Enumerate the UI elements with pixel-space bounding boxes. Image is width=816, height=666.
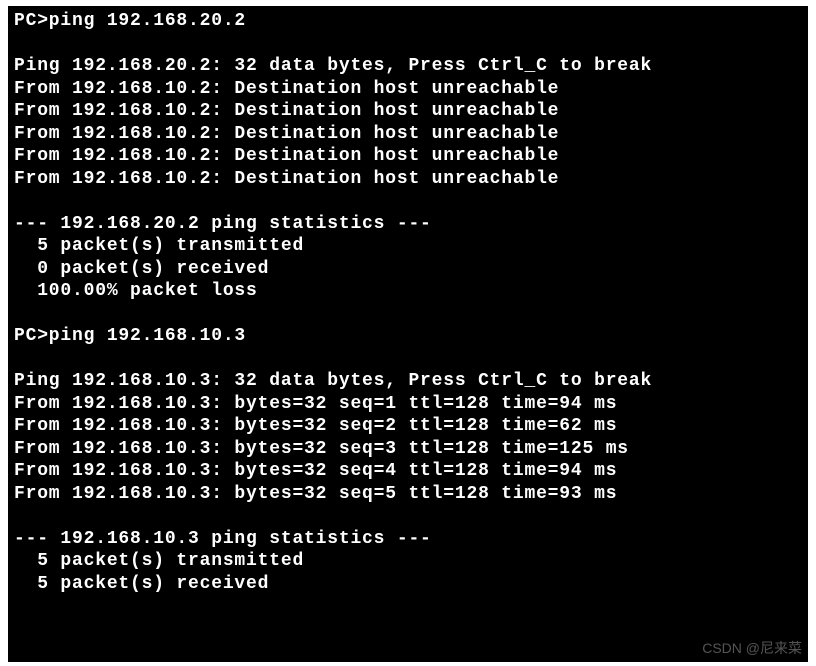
terminal-line: --- 192.168.10.3 ping statistics --- bbox=[14, 528, 804, 551]
terminal-line: From 192.168.10.3: bytes=32 seq=3 ttl=12… bbox=[14, 438, 804, 461]
terminal-line: 5 packet(s) transmitted bbox=[14, 235, 804, 258]
terminal-line: From 192.168.10.3: bytes=32 seq=2 ttl=12… bbox=[14, 415, 804, 438]
terminal-line: From 192.168.10.2: Destination host unre… bbox=[14, 78, 804, 101]
terminal-line: 5 packet(s) received bbox=[14, 573, 804, 596]
terminal-line: From 192.168.10.3: bytes=32 seq=5 ttl=12… bbox=[14, 483, 804, 506]
terminal-line: Ping 192.168.10.3: 32 data bytes, Press … bbox=[14, 370, 804, 393]
terminal-line: Ping 192.168.20.2: 32 data bytes, Press … bbox=[14, 55, 804, 78]
terminal-line: From 192.168.10.2: Destination host unre… bbox=[14, 168, 804, 191]
terminal-line: From 192.168.10.2: Destination host unre… bbox=[14, 100, 804, 123]
terminal-line: PC>ping 192.168.20.2 bbox=[14, 10, 804, 33]
watermark-text: CSDN @尼来菜 bbox=[702, 638, 802, 658]
terminal-line: From 192.168.10.3: bytes=32 seq=4 ttl=12… bbox=[14, 460, 804, 483]
terminal-line bbox=[14, 505, 804, 528]
terminal-line: --- 192.168.20.2 ping statistics --- bbox=[14, 213, 804, 236]
terminal-line: PC>ping 192.168.10.3 bbox=[14, 325, 804, 348]
terminal-line: From 192.168.10.3: bytes=32 seq=1 ttl=12… bbox=[14, 393, 804, 416]
terminal-line bbox=[14, 190, 804, 213]
terminal-line bbox=[14, 348, 804, 371]
terminal-window[interactable]: PC>ping 192.168.20.2 Ping 192.168.20.2: … bbox=[8, 6, 808, 662]
terminal-line bbox=[14, 33, 804, 56]
terminal-line: From 192.168.10.2: Destination host unre… bbox=[14, 123, 804, 146]
terminal-line: 100.00% packet loss bbox=[14, 280, 804, 303]
terminal-line: 5 packet(s) transmitted bbox=[14, 550, 804, 573]
terminal-line bbox=[14, 303, 804, 326]
terminal-line: From 192.168.10.2: Destination host unre… bbox=[14, 145, 804, 168]
terminal-line: 0 packet(s) received bbox=[14, 258, 804, 281]
